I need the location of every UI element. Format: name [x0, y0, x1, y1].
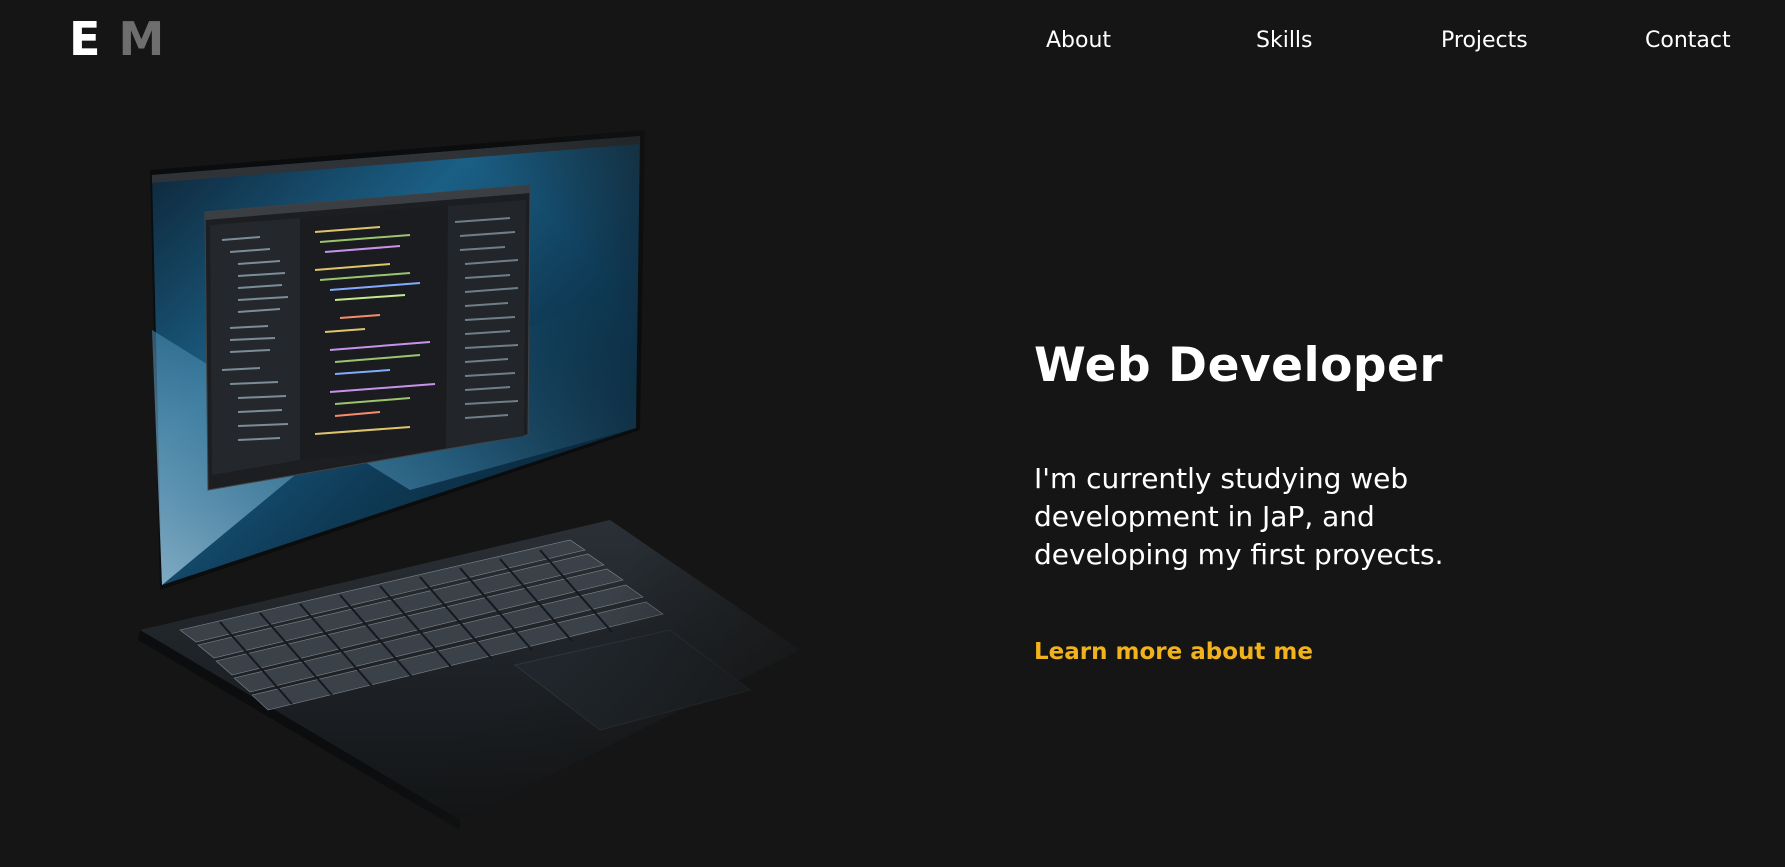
- hero-title: Web Developer: [1034, 338, 1444, 393]
- nav-link-contact[interactable]: Contact: [1645, 24, 1731, 58]
- nav-link-projects[interactable]: Projects: [1441, 24, 1528, 58]
- learn-more-link[interactable]: Learn more about me: [1034, 634, 1313, 670]
- laptop-image: [110, 130, 830, 830]
- main-nav: About Skills Projects Contact: [0, 24, 1785, 58]
- nav-link-skills[interactable]: Skills: [1256, 24, 1313, 58]
- nav-link-about[interactable]: About: [1046, 24, 1111, 58]
- page: E M About Skills Projects Contact Web De…: [0, 0, 1785, 867]
- hero-description: I'm currently studying web development i…: [1034, 462, 1444, 571]
